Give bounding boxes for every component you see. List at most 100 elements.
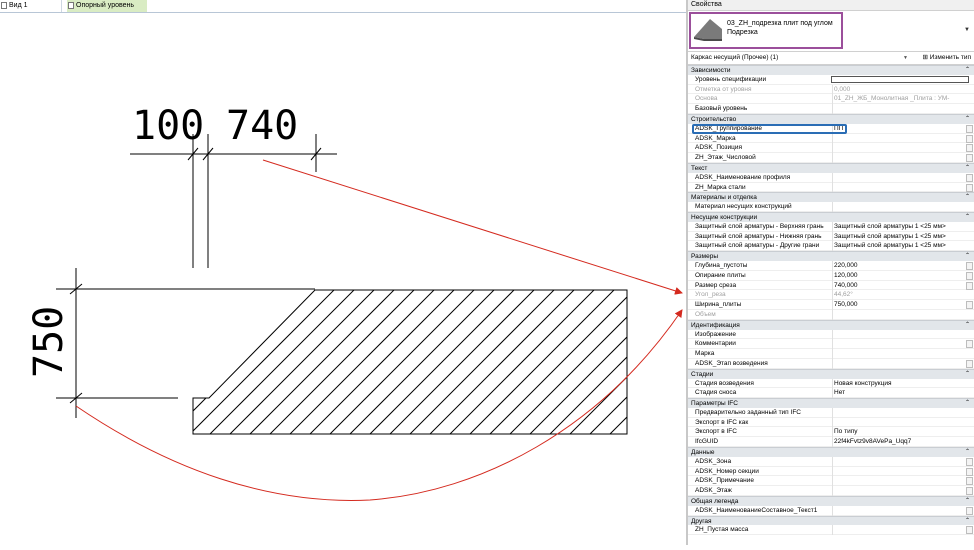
property-value[interactable]: [832, 358, 968, 369]
property-group-header[interactable]: Стадии ⌃: [688, 368, 974, 379]
property-row[interactable]: Стадия возведения Новая конструкция: [688, 378, 974, 389]
associate-parameter-button[interactable]: [966, 124, 973, 133]
property-row[interactable]: Ширина_плиты 750,000: [688, 300, 974, 310]
chevron-down-icon[interactable]: ▼: [903, 52, 908, 64]
associate-parameter-button[interactable]: [966, 281, 973, 290]
associate-parameter-button[interactable]: [966, 487, 973, 496]
property-row[interactable]: Угол_реза 44,62°: [688, 290, 974, 301]
property-row[interactable]: Основа 01_ZH_ЖБ_Монолитная _Плита : УМ-: [688, 94, 974, 105]
property-row[interactable]: Уровень спецификации: [688, 75, 974, 85]
property-group-header[interactable]: Общая легенда ⌃: [688, 496, 974, 506]
property-group-header[interactable]: Другая ⌃: [688, 515, 974, 526]
property-value[interactable]: [832, 143, 968, 154]
property-group-header[interactable]: Материалы и отделка ⌃: [688, 192, 974, 203]
associate-parameter-button[interactable]: [966, 359, 973, 368]
property-row[interactable]: ADSK_Позиция: [688, 143, 974, 154]
property-group-header[interactable]: Текст ⌃: [688, 162, 974, 173]
property-row[interactable]: Защитный слой арматуры - Верхняя грань За…: [688, 221, 974, 232]
property-row[interactable]: Предварительно заданный тип IFC: [688, 407, 974, 418]
property-value[interactable]: [832, 153, 968, 163]
property-row[interactable]: IfcGUID 22f4kFvtz9v8AVePa_Uqq7: [688, 437, 974, 448]
property-value[interactable]: Защитный слой арматуры 1 <25 мм>: [832, 221, 968, 232]
property-value[interactable]: По типу: [832, 427, 968, 438]
property-value[interactable]: [832, 417, 968, 428]
property-row[interactable]: ADSK_Номер секции: [688, 466, 974, 477]
property-row[interactable]: ZH_Марка стали: [688, 182, 974, 193]
property-row[interactable]: ADSK_Наименование профиля: [688, 172, 974, 183]
property-value[interactable]: [832, 466, 968, 477]
property-row[interactable]: Базовый уровень: [688, 104, 974, 114]
property-value[interactable]: 0,000: [832, 84, 968, 95]
top-dimension[interactable]: [130, 134, 337, 268]
property-row[interactable]: Изображение: [688, 329, 974, 340]
property-row[interactable]: ADSK_Этап возведения: [688, 358, 974, 369]
property-value[interactable]: [832, 525, 968, 536]
property-row[interactable]: Объем: [688, 309, 974, 320]
property-group-header[interactable]: Строительство ⌃: [688, 113, 974, 124]
property-row[interactable]: Размер среза 740,000: [688, 280, 974, 291]
property-group-header[interactable]: Параметры IFC ⌃: [688, 398, 974, 408]
property-row[interactable]: ADSK_Марка: [688, 133, 974, 144]
property-value[interactable]: [832, 476, 968, 487]
property-group-header[interactable]: Размеры ⌃: [688, 251, 974, 261]
property-value[interactable]: [832, 104, 968, 114]
property-value[interactable]: 750,000: [832, 300, 968, 310]
property-row[interactable]: ADSK_Примечание: [688, 476, 974, 487]
associate-parameter-button[interactable]: [966, 526, 973, 535]
property-value[interactable]: [832, 505, 968, 516]
property-row[interactable]: ADSK_Группирование ПП: [688, 123, 974, 134]
property-value[interactable]: [832, 202, 968, 212]
associate-parameter-button[interactable]: [966, 467, 973, 476]
associate-parameter-button[interactable]: [966, 477, 973, 486]
property-value[interactable]: 220,000: [832, 260, 968, 271]
chevron-down-icon[interactable]: ▼: [964, 27, 970, 33]
associate-parameter-button[interactable]: [966, 506, 973, 515]
property-row[interactable]: ADSK_НаименованиеСоставное_Текст1: [688, 505, 974, 516]
property-value[interactable]: [832, 349, 968, 359]
property-value[interactable]: 740,000: [832, 280, 968, 291]
property-value-input[interactable]: [831, 75, 969, 83]
associate-parameter-button[interactable]: [966, 173, 973, 182]
tab-view-1[interactable]: Вид 1: [0, 0, 62, 12]
property-row[interactable]: Защитный слой арматуры - Нижняя грань Защ…: [688, 231, 974, 242]
edit-type-button[interactable]: ⊞ Изменить тип: [922, 52, 971, 64]
associate-parameter-button[interactable]: [966, 261, 973, 270]
property-value[interactable]: 44,62°: [832, 290, 968, 301]
slab-section[interactable]: [150, 289, 686, 435]
property-value[interactable]: 01_ZH_ЖБ_Монолитная _Плита : УМ-: [832, 94, 968, 105]
property-value[interactable]: [832, 407, 968, 418]
property-value[interactable]: [832, 133, 968, 144]
associate-parameter-button[interactable]: [966, 457, 973, 466]
property-row[interactable]: Стадия сноса Нет: [688, 388, 974, 399]
drawing-canvas[interactable]: 100 740 750: [0, 13, 686, 545]
property-row[interactable]: ADSK_Этаж: [688, 486, 974, 497]
property-row[interactable]: ZH_Этаж_Числовой: [688, 153, 974, 163]
property-value[interactable]: [832, 309, 968, 320]
property-row[interactable]: Отметка от уровня 0,000: [688, 84, 974, 95]
property-value[interactable]: [832, 172, 968, 183]
property-group-header[interactable]: Несущие конструкции ⌃: [688, 211, 974, 222]
associate-parameter-button[interactable]: [966, 271, 973, 280]
type-selector[interactable]: 03_ZH_подрезка плит под углом Подрезка ▼: [688, 11, 974, 52]
property-value[interactable]: Защитный слой арматуры 1 <25 мм>: [832, 231, 968, 242]
associate-parameter-button[interactable]: [966, 340, 973, 349]
property-row[interactable]: Глубина_пустоты 220,000: [688, 260, 974, 271]
tab-reference-level[interactable]: Опорный уровень: [67, 0, 147, 12]
property-value[interactable]: 22f4kFvtz9v8AVePa_Uqq7: [832, 437, 968, 448]
property-row[interactable]: ZH_Пустая масса: [688, 525, 974, 536]
property-row[interactable]: Марка: [688, 349, 974, 359]
property-row[interactable]: Экспорт в IFC как: [688, 417, 974, 428]
property-value[interactable]: Нет: [832, 388, 968, 399]
associate-parameter-button[interactable]: [966, 134, 973, 143]
left-dimension[interactable]: [56, 268, 315, 418]
property-row[interactable]: Защитный слой арматуры - Другие грани Защ…: [688, 241, 974, 252]
property-row[interactable]: Опирание плиты 120,000: [688, 270, 974, 281]
property-value[interactable]: [832, 456, 968, 467]
property-row[interactable]: Комментарии: [688, 339, 974, 350]
associate-parameter-button[interactable]: [966, 154, 973, 163]
property-value[interactable]: ПП: [832, 123, 968, 134]
instance-filter[interactable]: Каркас несущий (Прочее) (1) ▼ ⊞ Изменить…: [688, 52, 974, 65]
property-value[interactable]: Защитный слой арматуры 1 <25 мм>: [832, 241, 968, 252]
associate-parameter-button[interactable]: [966, 301, 973, 310]
associate-parameter-button[interactable]: [966, 183, 973, 192]
